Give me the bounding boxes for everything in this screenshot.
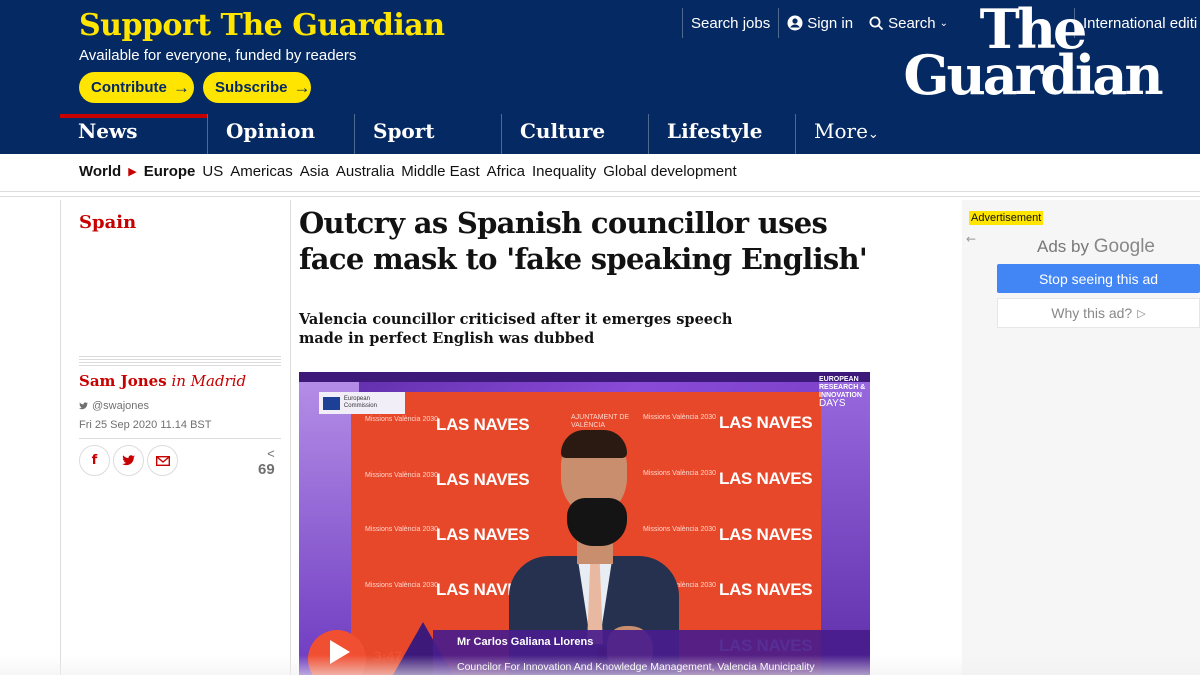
banner-missions-text: Missions València 2030 <box>643 414 717 421</box>
advertisement-label: Advertisement <box>969 211 1044 225</box>
twitter-icon <box>122 455 135 466</box>
column-rule <box>290 200 291 675</box>
share-count-value: 69 <box>258 461 275 478</box>
chevron-down-icon: ⌄ <box>867 127 879 142</box>
primary-nav: News Opinion Sport Culture Lifestyle Mor… <box>60 114 942 154</box>
section-label[interactable]: Spain <box>79 212 136 233</box>
subnav-australia[interactable]: Australia <box>336 163 394 180</box>
video-duration: 3:47 <box>374 648 403 664</box>
era-days-logo: EUROPEAN RESEARCH & INNOVATION DAYS <box>819 376 866 409</box>
author-name[interactable]: Sam Jones <box>79 372 167 390</box>
share-count: < 69 <box>258 446 275 479</box>
adchoices-icon: ▷ <box>1137 307 1146 320</box>
divider <box>79 438 281 439</box>
banner-missions-text: Missions València 2030 <box>365 472 439 479</box>
search-jobs-label: Search jobs <box>691 14 771 32</box>
contribute-button[interactable]: Contribute → <box>79 72 194 103</box>
sign-in-link[interactable]: Sign in <box>779 8 861 38</box>
logo-line-2: Guardian <box>903 43 1163 107</box>
subnav-asia[interactable]: Asia <box>300 163 329 180</box>
era-line: EUROPEAN <box>819 376 859 383</box>
support-title: Support The Guardian <box>79 8 445 43</box>
subnav-africa[interactable]: Africa <box>487 163 525 180</box>
column-rule <box>60 200 61 675</box>
banner-missions-text: Missions València 2030 <box>365 526 439 533</box>
triangle-right-icon: ▶ <box>128 166 137 178</box>
banner-logo: LAS NAVES <box>719 525 813 544</box>
masthead: Support The Guardian Available for every… <box>0 0 1200 154</box>
share-facebook-button[interactable]: f <box>79 445 110 476</box>
era-days: DAYS <box>819 398 846 409</box>
share-icon: < <box>267 446 275 461</box>
video-decor <box>299 372 870 382</box>
facebook-icon: f <box>91 453 98 468</box>
byline: Sam Jones in Madrid <box>79 372 246 390</box>
speaker-face-mask <box>567 498 627 546</box>
ads-by-label: Ads by <box>1037 237 1089 256</box>
guardian-logo[interactable]: The Guardian <box>896 2 1168 107</box>
contribute-label: Contribute <box>91 79 167 96</box>
why-this-ad-label: Why this ad? <box>1051 305 1133 321</box>
subscribe-label: Subscribe <box>215 79 288 96</box>
subnav-world[interactable]: World <box>79 163 121 180</box>
arrow-right-icon: → <box>293 77 311 97</box>
why-this-ad-button[interactable]: Why this ad? ▷ <box>997 298 1200 328</box>
nav-opinion[interactable]: Opinion <box>207 114 354 154</box>
video-player[interactable]: Missions València 2030 LAS NAVES AJUNTAM… <box>299 372 870 675</box>
article-headline: Outcry as Spanish councillor uses face m… <box>299 206 868 276</box>
search-jobs-link[interactable]: Search jobs <box>683 8 778 38</box>
divider <box>0 191 1200 192</box>
subnav-inequality[interactable]: Inequality <box>532 163 596 180</box>
subscribe-button[interactable]: Subscribe → <box>203 72 311 103</box>
ads-by-google: Ads by Google <box>1037 236 1155 258</box>
eu-commission-logo: European Commission <box>319 392 405 414</box>
search-icon <box>869 16 884 30</box>
article-standfirst: Valencia councillor criticised after it … <box>299 311 733 347</box>
divider <box>0 196 1200 197</box>
banner-logo: LAS NAVES <box>719 413 813 432</box>
google-label: Google <box>1093 236 1155 257</box>
era-line: RESEARCH & <box>819 384 866 391</box>
nav-news[interactable]: News <box>60 114 207 154</box>
play-icon <box>329 640 350 664</box>
nav-sport[interactable]: Sport <box>354 114 501 154</box>
subnav-europe[interactable]: Europe <box>144 163 196 180</box>
stop-seeing-ad-button[interactable]: Stop seeing this ad <box>997 264 1200 293</box>
sub-nav: World ▶ Europe US Americas Asia Australi… <box>79 163 737 180</box>
nav-culture[interactable]: Culture <box>501 114 648 154</box>
nav-more-label: More <box>814 119 868 143</box>
twitter-handle-label: @swajones <box>92 400 150 412</box>
share-email-button[interactable] <box>147 445 178 476</box>
user-icon <box>787 15 803 31</box>
banner-logo: LAS NAVES <box>719 580 813 599</box>
banner-ajuntament-text: AJUNTAMENT DE VALÈNCIA <box>571 414 630 429</box>
back-arrow-icon[interactable]: ← <box>966 232 976 246</box>
banner-logo: LAS NAVES <box>719 469 813 488</box>
speaker-role: Councilor For Innovation And Knowledge M… <box>457 661 815 673</box>
twitter-icon <box>79 402 88 410</box>
subnav-middle-east[interactable]: Middle East <box>401 163 479 180</box>
subnav-global-development[interactable]: Global development <box>603 163 736 180</box>
nav-more[interactable]: More⌄ <box>795 114 942 154</box>
speaker-hair <box>561 430 627 458</box>
eu-commission-text: European Commission <box>343 396 377 409</box>
support-subtitle: Available for everyone, funded by reader… <box>79 47 357 64</box>
twitter-handle[interactable]: @swajones <box>79 400 149 412</box>
sign-in-label: Sign in <box>807 14 854 32</box>
speaker-name: Mr Carlos Galiana Llorens <box>457 636 594 648</box>
publish-date: Fri 25 Sep 2020 11.14 BST <box>79 419 212 431</box>
subnav-americas[interactable]: Americas <box>230 163 293 180</box>
nav-lifestyle[interactable]: Lifestyle <box>648 114 795 154</box>
meta-divider <box>79 356 281 368</box>
eu-flag-icon <box>323 396 340 410</box>
banner-missions-text: Missions València 2030 <box>365 416 439 423</box>
share-twitter-button[interactable] <box>113 445 144 476</box>
banner-missions-text: Missions València 2030 <box>365 582 439 589</box>
email-icon <box>155 455 170 466</box>
subnav-us[interactable]: US <box>202 163 223 180</box>
video-decor <box>299 372 359 675</box>
arrow-right-icon: → <box>172 77 190 97</box>
author-location: in Madrid <box>171 372 247 390</box>
